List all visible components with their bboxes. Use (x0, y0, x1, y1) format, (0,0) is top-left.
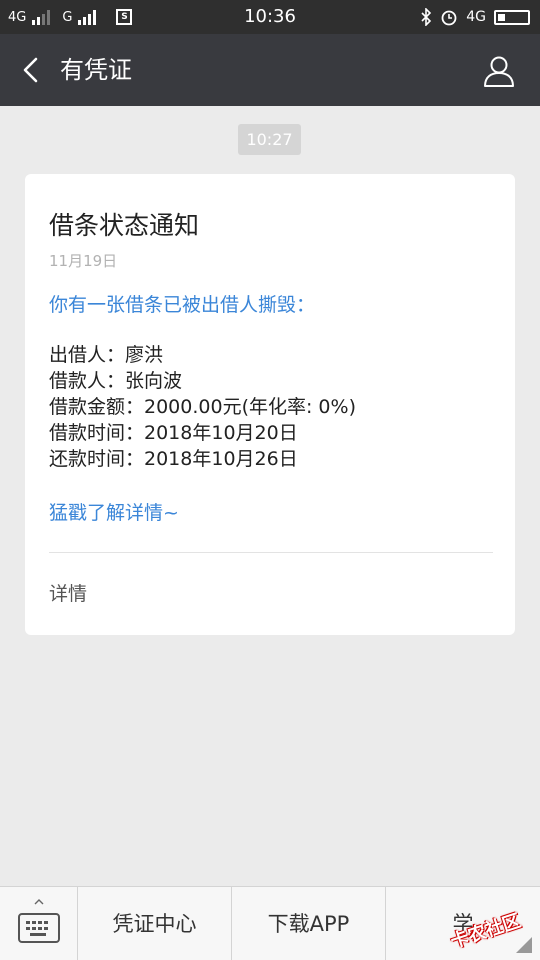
keyboard-toggle-button[interactable] (0, 887, 78, 960)
bottom-menu-bar: 凭证中心 下载APP 学 卡农社区 (0, 886, 540, 960)
title-bar: 有凭证 (0, 34, 540, 106)
status-right: 4G (420, 0, 530, 34)
caret-up-icon (34, 899, 44, 905)
detail-repay-date: 还款时间：2018年10月26日 (49, 448, 298, 470)
battery-icon (494, 9, 530, 25)
notification-card[interactable]: 借条状态通知 11月19日 你有一张借条已被出借人撕毁： 出借人：廖洪 借款人：… (25, 174, 515, 635)
more-details-link[interactable]: 猛戳了解详情~ (49, 498, 179, 525)
bluetooth-icon (421, 8, 432, 26)
card-intro: 你有一张借条已被出借人撕毁： (49, 294, 316, 316)
details-link[interactable]: 详情 (49, 579, 87, 606)
alarm-icon (441, 10, 457, 26)
loan-details: 出借人：廖洪 借款人：张向波 借款金额：2000.00元(年化率: 0%) 借款… (49, 342, 356, 472)
menu-download-app[interactable]: 下载APP (232, 887, 386, 960)
keyboard-icon (18, 913, 60, 943)
message-timestamp: 10:27 (238, 124, 301, 155)
back-arrow-icon[interactable] (18, 56, 46, 84)
card-date: 11月19日 (49, 252, 118, 270)
card-title: 借条状态通知 (49, 211, 200, 240)
detail-loan-date: 借款时间：2018年10月20日 (49, 422, 298, 444)
user-profile-icon[interactable] (482, 54, 516, 88)
detail-lender: 出借人：廖洪 (49, 344, 164, 366)
detail-borrower: 借款人：张向波 (49, 370, 183, 392)
detail-amount: 借款金额：2000.00元(年化率: 0%) (49, 396, 356, 418)
network-type-right: 4G (466, 9, 486, 25)
status-bar: 4G G S 10:36 4G (0, 0, 540, 34)
menu-third[interactable]: 学 卡农社区 (386, 887, 540, 960)
page-title: 有凭证 (60, 56, 132, 84)
menu-voucher-center[interactable]: 凭证中心 (78, 887, 232, 960)
submenu-corner-icon (516, 937, 532, 953)
card-divider (49, 552, 493, 553)
